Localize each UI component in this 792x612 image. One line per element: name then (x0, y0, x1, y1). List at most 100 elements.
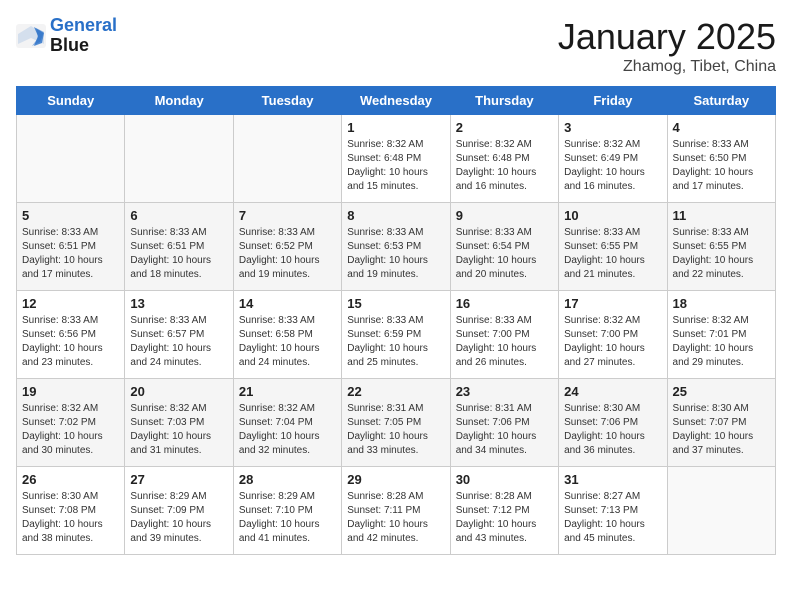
page-header: General Blue January 2025 Zhamog, Tibet,… (16, 16, 776, 76)
calendar-cell: 13 Sunrise: 8:33 AMSunset: 6:57 PMDayligh… (125, 291, 233, 379)
day-info: Sunrise: 8:32 AMSunset: 7:04 PMDaylight:… (239, 402, 336, 458)
calendar-cell: 7 Sunrise: 8:33 AMSunset: 6:52 PMDaylight… (233, 203, 341, 291)
calendar-cell: 14Sunrise: 8:33 AMSunset: 6:58 PMDayligh… (233, 291, 341, 379)
calendar-cell: 1Sunrise: 8:32 AMSunset: 6:48 PMDaylight… (342, 115, 450, 203)
day-info: Sunrise: 8:33 AMSunset: 6:56 PMDaylight:… (22, 314, 119, 370)
day-number: 3 (564, 120, 661, 135)
day-number: 9 (456, 208, 553, 223)
calendar-cell: 17 Sunrise: 8:32 AMSunset: 7:00 PMDayligh… (559, 291, 667, 379)
calendar-cell: 28 Sunrise: 8:29 AMSunset: 7:10 PMDayligh… (233, 467, 341, 555)
day-info: Sunrise: 8:29 AMSunset: 7:10 PMDaylight:… (239, 490, 336, 546)
col-thursday: Thursday (450, 87, 558, 115)
calendar-cell: 18 Sunrise: 8:32 AMSunset: 7:01 PMDayligh… (667, 291, 775, 379)
day-info: Sunrise: 8:30 AMSunset: 7:06 PMDaylight:… (564, 402, 661, 458)
calendar-cell (667, 467, 775, 555)
day-number: 29 (347, 472, 444, 487)
calendar-subtitle: Zhamog, Tibet, China (558, 58, 776, 76)
day-number: 23 (456, 384, 553, 399)
day-info: Sunrise: 8:33 AMSunset: 6:50 PMDaylight:… (673, 138, 770, 194)
day-number: 1 (347, 120, 444, 135)
day-info: Sunrise: 8:27 AMSunset: 7:13 PMDaylight:… (564, 490, 661, 546)
day-number: 17 (564, 296, 661, 311)
day-number: 21 (239, 384, 336, 399)
calendar-cell: 2 Sunrise: 8:32 AMSunset: 6:48 PMDaylight… (450, 115, 558, 203)
day-number: 6 (130, 208, 227, 223)
calendar-cell: 12Sunrise: 8:33 AMSunset: 6:56 PMDayligh… (17, 291, 125, 379)
day-info: Sunrise: 8:30 AMSunset: 7:07 PMDaylight:… (673, 402, 770, 458)
calendar-week-1: 1 Sunrise: 8:32 AMSunset: 6:48 PMDaylight… (17, 115, 776, 203)
calendar-cell: 11 Sunrise: 8:33 AMSunset: 6:55 PMDayligh… (667, 203, 775, 291)
title-block: January 2025 Zhamog, Tibet, China (558, 16, 776, 76)
day-number: 30 (456, 472, 553, 487)
day-number: 4 (673, 120, 770, 135)
calendar-cell: 30 Sunrise: 8:28 AMSunset: 7:12 PMDayligh… (450, 467, 558, 555)
calendar-cell: 25 Sunrise: 8:30 AMSunset: 7:07 PMDayligh… (667, 379, 775, 467)
calendar-cell: 23Sunrise: 8:31 AMSunset: 7:06 PMDayligh… (450, 379, 558, 467)
day-number: 7 (239, 208, 336, 223)
calendar-title: January 2025 (558, 16, 776, 58)
day-number: 11 (673, 208, 770, 223)
calendar-table: Sunday Monday Tuesday Wednesday Thursday… (16, 86, 776, 555)
day-info: Sunrise: 8:32 AMSunset: 7:01 PMDaylight:… (673, 314, 770, 370)
day-info: Sunrise: 8:33 AMSunset: 6:59 PMDaylight:… (347, 314, 444, 370)
day-info: Sunrise: 8:31 AMSunset: 7:05 PMDaylight:… (347, 402, 444, 458)
day-info: Sunrise: 8:28 AMSunset: 7:12 PMDaylight:… (456, 490, 553, 546)
calendar-cell: 6 Sunrise: 8:33 AMSunset: 6:51 PMDaylight… (125, 203, 233, 291)
day-number: 19 (22, 384, 119, 399)
col-friday: Friday (559, 87, 667, 115)
calendar-week-5: 26 Sunrise: 8:30 AMSunset: 7:08 PMDayligh… (17, 467, 776, 555)
day-info: Sunrise: 8:33 AMSunset: 6:55 PMDaylight:… (564, 226, 661, 282)
day-info: Sunrise: 8:33 AMSunset: 6:52 PMDaylight:… (239, 226, 336, 282)
day-info: Sunrise: 8:30 AMSunset: 7:08 PMDaylight:… (22, 490, 119, 546)
day-info: Sunrise: 8:33 AMSunset: 7:00 PMDaylight:… (456, 314, 553, 370)
logo-text: General Blue (50, 16, 117, 56)
calendar-cell: 4 Sunrise: 8:33 AMSunset: 6:50 PMDaylight… (667, 115, 775, 203)
day-number: 27 (130, 472, 227, 487)
day-number: 31 (564, 472, 661, 487)
day-number: 28 (239, 472, 336, 487)
day-number: 25 (673, 384, 770, 399)
day-number: 22 (347, 384, 444, 399)
day-info: Sunrise: 8:33 AMSunset: 6:55 PMDaylight:… (673, 226, 770, 282)
day-number: 24 (564, 384, 661, 399)
calendar-cell: 10 Sunrise: 8:33 AMSunset: 6:55 PMDayligh… (559, 203, 667, 291)
col-tuesday: Tuesday (233, 87, 341, 115)
day-info: Sunrise: 8:33 AMSunset: 6:53 PMDaylight:… (347, 226, 444, 282)
logo-icon (16, 24, 46, 48)
calendar-cell: 26 Sunrise: 8:30 AMSunset: 7:08 PMDayligh… (17, 467, 125, 555)
day-info: Sunrise: 8:32 AMSunset: 7:00 PMDaylight:… (564, 314, 661, 370)
day-number: 18 (673, 296, 770, 311)
calendar-cell: 24 Sunrise: 8:30 AMSunset: 7:06 PMDayligh… (559, 379, 667, 467)
col-wednesday: Wednesday (342, 87, 450, 115)
day-number: 15 (347, 296, 444, 311)
day-number: 13 (130, 296, 227, 311)
calendar-cell: 9Sunrise: 8:33 AMSunset: 6:54 PMDaylight… (450, 203, 558, 291)
calendar-cell: 31 Sunrise: 8:27 AMSunset: 7:13 PMDayligh… (559, 467, 667, 555)
calendar-cell: 21 Sunrise: 8:32 AMSunset: 7:04 PMDayligh… (233, 379, 341, 467)
day-number: 5 (22, 208, 119, 223)
day-info: Sunrise: 8:33 AMSunset: 6:51 PMDaylight:… (22, 226, 119, 282)
col-sunday: Sunday (17, 87, 125, 115)
calendar-cell: 3 Sunrise: 8:32 AMSunset: 6:49 PMDaylight… (559, 115, 667, 203)
day-info: Sunrise: 8:32 AMSunset: 6:49 PMDaylight:… (564, 138, 661, 194)
day-number: 20 (130, 384, 227, 399)
day-number: 8 (347, 208, 444, 223)
day-info: Sunrise: 8:32 AMSunset: 6:48 PMDaylight:… (456, 138, 553, 194)
day-number: 2 (456, 120, 553, 135)
calendar-cell: 20Sunrise: 8:32 AMSunset: 7:03 PMDayligh… (125, 379, 233, 467)
day-number: 14 (239, 296, 336, 311)
calendar-cell: 27 Sunrise: 8:29 AMSunset: 7:09 PMDayligh… (125, 467, 233, 555)
day-info: Sunrise: 8:33 AMSunset: 6:51 PMDaylight:… (130, 226, 227, 282)
col-monday: Monday (125, 87, 233, 115)
day-info: Sunrise: 8:33 AMSunset: 6:57 PMDaylight:… (130, 314, 227, 370)
day-info: Sunrise: 8:29 AMSunset: 7:09 PMDaylight:… (130, 490, 227, 546)
calendar-week-2: 5 Sunrise: 8:33 AMSunset: 6:51 PMDaylight… (17, 203, 776, 291)
calendar-cell: 5 Sunrise: 8:33 AMSunset: 6:51 PMDaylight… (17, 203, 125, 291)
day-info: Sunrise: 8:32 AMSunset: 7:02 PMDaylight:… (22, 402, 119, 458)
calendar-cell: 22 Sunrise: 8:31 AMSunset: 7:05 PMDayligh… (342, 379, 450, 467)
col-saturday: Saturday (667, 87, 775, 115)
day-info: Sunrise: 8:28 AMSunset: 7:11 PMDaylight:… (347, 490, 444, 546)
day-number: 10 (564, 208, 661, 223)
day-number: 26 (22, 472, 119, 487)
calendar-cell (125, 115, 233, 203)
